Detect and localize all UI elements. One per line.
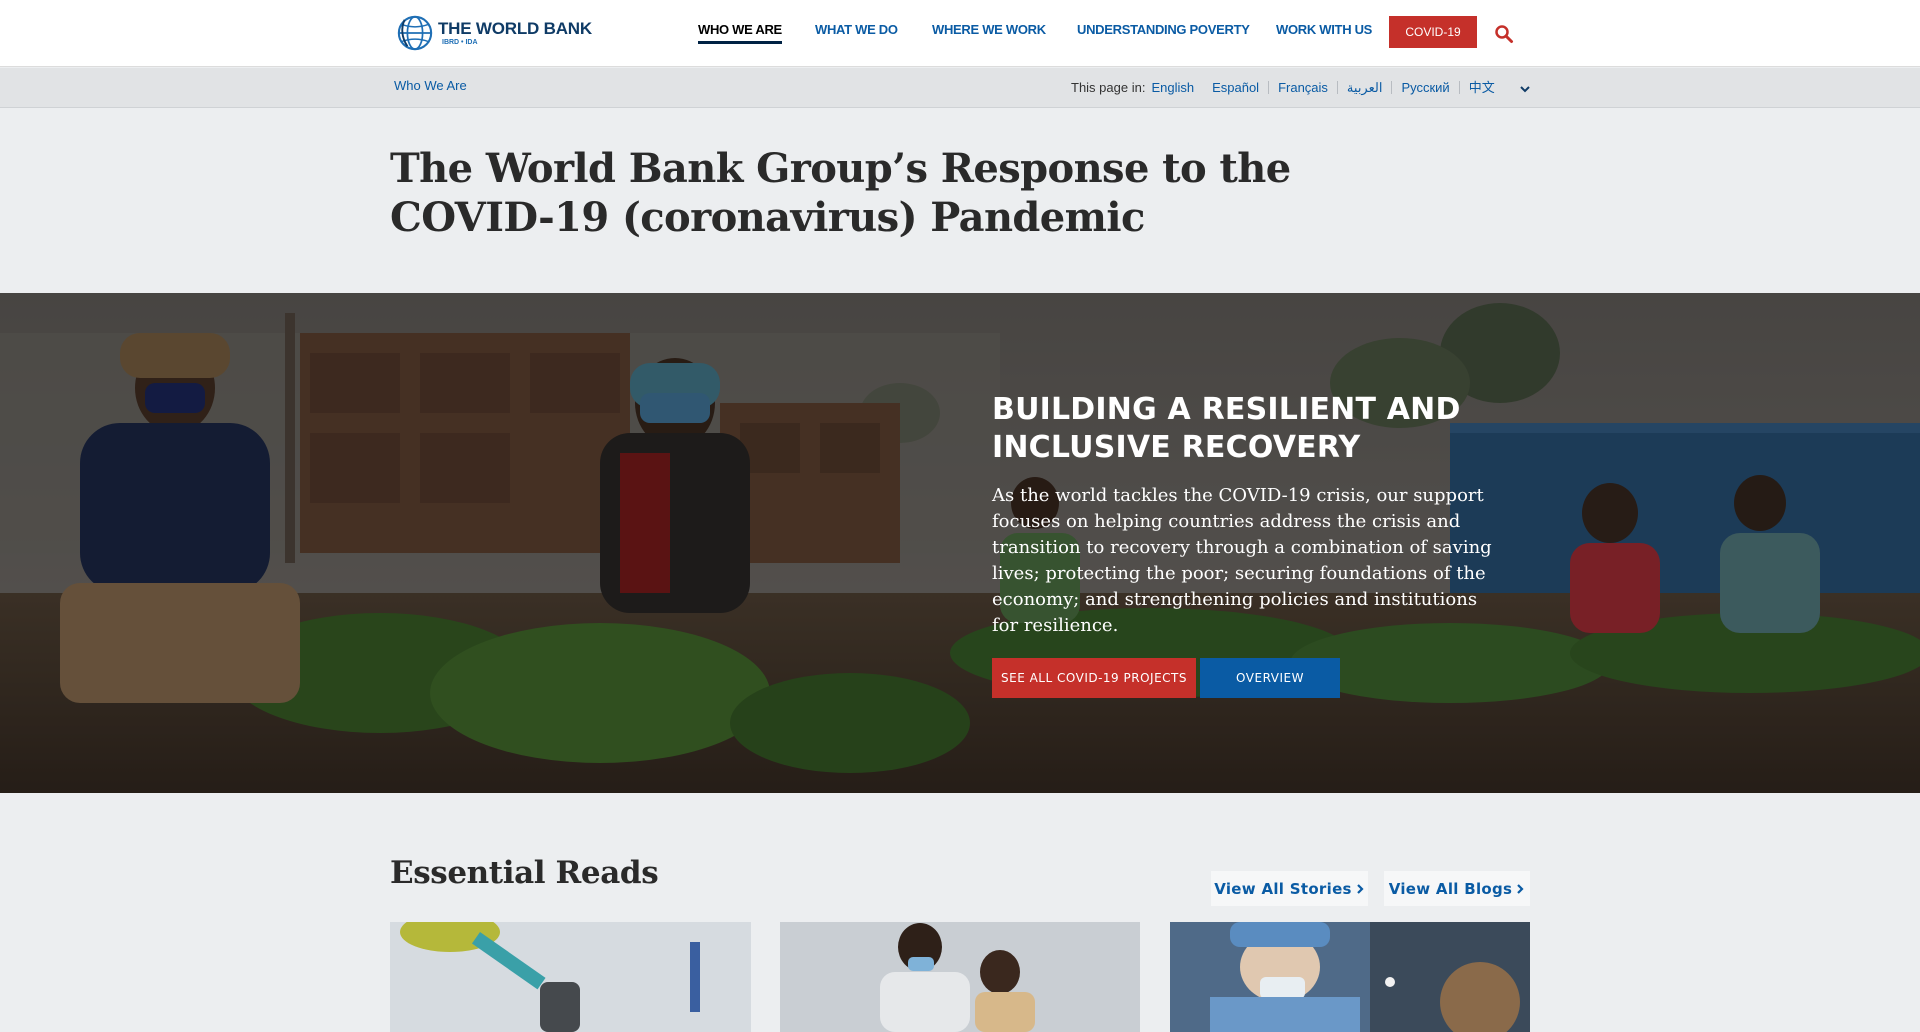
lang-french[interactable]: Français [1268, 81, 1337, 94]
logo-subtitle: IBRD • IDA [442, 38, 478, 46]
hero-banner: BUILDING A RESILIENT AND INCLUSIVE RECOV… [0, 293, 1920, 793]
world-bank-logo[interactable]: THE WORLD BANK IBRD • IDA [396, 14, 592, 52]
essential-reads-title: Essential Reads [390, 855, 659, 891]
overview-button[interactable]: OVERVIEW [1200, 658, 1340, 698]
see-all-covid-projects-button[interactable]: SEE ALL COVID-19 PROJECTS [992, 658, 1196, 698]
page-title: The World Bank Group’s Response to the C… [390, 145, 1291, 241]
nav-work-with-us[interactable]: WORK WITH US [1276, 22, 1372, 37]
covid-19-button[interactable]: COVID-19 [1389, 16, 1477, 48]
lang-english[interactable]: English [1151, 81, 1203, 94]
chevron-right-icon [1357, 883, 1364, 894]
chevron-down-icon[interactable] [1518, 84, 1532, 94]
nav-who-we-are[interactable]: WHO WE ARE [698, 22, 782, 44]
site-header: THE WORLD BANK IBRD • IDA WHO WE ARE WHA… [0, 0, 1920, 67]
hero-body: As the world tackles the COVID-19 crisis… [992, 485, 1492, 636]
lang-arabic[interactable]: العربية [1336, 81, 1392, 94]
view-all-blogs-label: View All Blogs [1388, 879, 1513, 898]
story-card-health-worker[interactable] [780, 922, 1140, 1032]
nav-where-we-work[interactable]: WHERE WE WORK [932, 22, 1046, 37]
view-all-blogs-button[interactable]: View All Blogs [1384, 871, 1530, 906]
view-all-stories-button[interactable]: View All Stories [1211, 871, 1368, 906]
nav-what-we-do[interactable]: WHAT WE DO [815, 22, 898, 37]
vaccine-photo [390, 922, 751, 1032]
lang-spanish[interactable]: Español [1203, 81, 1268, 94]
view-all-stories-label: View All Stories [1214, 879, 1352, 898]
lang-russian[interactable]: Русский [1391, 81, 1458, 94]
story-card-lab-worker[interactable] [1170, 922, 1530, 1032]
hero-heading: BUILDING A RESILIENT AND INCLUSIVE RECOV… [992, 392, 1461, 465]
hero-overlay [0, 293, 1920, 793]
breadcrumb[interactable]: Who We Are [394, 78, 467, 93]
lang-chinese[interactable]: 中文 [1458, 81, 1504, 94]
sub-navigation: Who We Are This page in: English Español… [0, 68, 1920, 108]
language-selector: This page in: English Español Français ا… [1071, 80, 1524, 95]
story-card-vaccine[interactable] [390, 922, 751, 1032]
search-icon[interactable] [1494, 24, 1514, 44]
lab-worker-photo [1170, 922, 1530, 1032]
health-worker-photo [780, 922, 1140, 1032]
language-label: This page in: [1071, 80, 1146, 95]
nav-understanding-poverty[interactable]: UNDERSTANDING POVERTY [1077, 22, 1250, 37]
chevron-right-icon [1517, 883, 1524, 894]
globe-icon [397, 15, 433, 51]
logo-name: THE WORLD BANK [438, 18, 592, 38]
